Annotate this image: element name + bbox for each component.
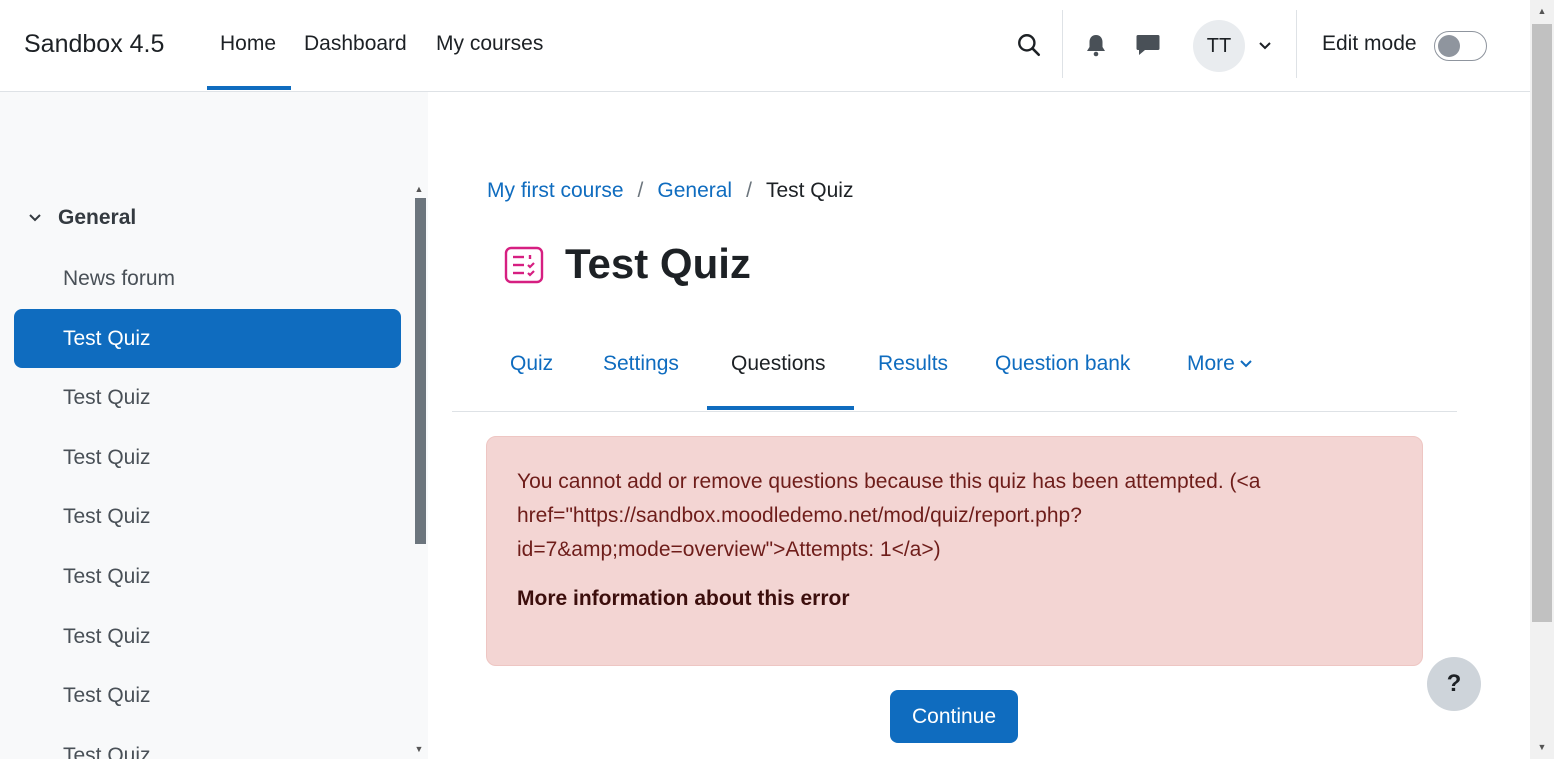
scroll-up-arrow-icon[interactable]: ▲ <box>414 184 424 194</box>
nav-divider <box>1296 10 1297 78</box>
breadcrumb-current: Test Quiz <box>765 179 854 202</box>
help-button[interactable]: ? <box>1427 657 1481 711</box>
nav-my-courses-link[interactable]: My courses <box>436 32 543 56</box>
chevron-down-icon[interactable] <box>1255 36 1275 56</box>
tab-settings[interactable]: Settings <box>603 352 679 376</box>
nav-active-indicator <box>207 86 291 90</box>
drawer-item-label: Test Quiz <box>63 504 151 528</box>
error-alert: You cannot add or remove questions becau… <box>486 436 1423 666</box>
drawer-scrollbar[interactable] <box>413 184 426 744</box>
bell-icon[interactable] <box>1082 30 1110 60</box>
drawer-item-label: Test Quiz <box>63 683 151 707</box>
quiz-icon <box>504 246 544 284</box>
tab-quiz[interactable]: Quiz <box>510 352 553 376</box>
breadcrumb-section-link[interactable]: General <box>657 179 732 203</box>
tab-more[interactable]: More <box>1187 352 1253 376</box>
drawer-item-label: Test Quiz <box>63 385 151 409</box>
toggle-knob <box>1438 35 1460 57</box>
edit-mode-label: Edit mode <box>1322 32 1417 55</box>
nav-divider <box>1062 10 1063 78</box>
section-title: General <box>58 206 137 229</box>
tab-question-bank[interactable]: Question bank <box>995 352 1130 376</box>
drawer-item-label: Test Quiz <box>63 326 151 350</box>
drawer-item-test-quiz[interactable]: Test Quiz <box>14 487 401 546</box>
chevron-down-icon <box>1240 360 1252 368</box>
page-scrollbar-thumb[interactable] <box>1532 24 1552 622</box>
tab-results[interactable]: Results <box>878 352 948 376</box>
secondary-navigation-tabs: Quiz Settings Questions Results Question… <box>452 330 1457 412</box>
scroll-down-arrow-icon[interactable]: ▼ <box>1537 742 1547 752</box>
drawer-item-news-forum[interactable]: News forum <box>14 249 401 308</box>
tab-more-label: More <box>1187 352 1235 375</box>
page-scrollbar[interactable]: ▲ ▼ <box>1530 0 1554 759</box>
chevron-down-icon[interactable] <box>26 209 44 227</box>
scroll-up-arrow-icon[interactable]: ▲ <box>1537 6 1547 16</box>
drawer-item-label: Test Quiz <box>63 564 151 588</box>
error-message: You cannot add or remove questions becau… <box>517 470 1261 561</box>
drawer-item-test-quiz[interactable]: Test Quiz <box>14 368 401 427</box>
course-index-drawer: General News forum Test Quiz Test Quiz T… <box>0 92 428 759</box>
nav-home-link[interactable]: Home <box>220 32 276 56</box>
drawer-item-label: Test Quiz <box>63 445 151 469</box>
breadcrumb-separator: / <box>746 179 752 202</box>
user-avatar[interactable]: TT <box>1193 20 1245 72</box>
drawer-item-test-quiz[interactable]: Test Quiz <box>14 666 401 725</box>
drawer-item-test-quiz[interactable]: Test Quiz <box>14 726 401 759</box>
continue-button[interactable]: Continue <box>890 690 1018 743</box>
drawer-item-label: News forum <box>63 266 176 290</box>
nav-dashboard-link[interactable]: Dashboard <box>304 32 407 56</box>
chat-icon[interactable] <box>1134 30 1162 60</box>
drawer-item-test-quiz[interactable]: Test Quiz <box>14 547 401 606</box>
breadcrumb-course-link[interactable]: My first course <box>487 179 624 203</box>
tab-questions[interactable]: Questions <box>731 352 826 376</box>
search-icon[interactable] <box>1015 30 1043 60</box>
site-brand[interactable]: Sandbox 4.5 <box>24 30 164 59</box>
scroll-down-arrow-icon[interactable]: ▼ <box>414 744 424 754</box>
top-navbar: Sandbox 4.5 Home Dashboard My courses TT… <box>0 0 1530 92</box>
breadcrumb-separator: / <box>637 179 644 202</box>
more-info-link[interactable]: More information about this error <box>517 587 1392 611</box>
drawer-item-test-quiz[interactable]: Test Quiz <box>14 428 401 487</box>
edit-mode-toggle[interactable] <box>1434 31 1487 61</box>
drawer-item-label: Test Quiz <box>63 743 151 759</box>
section-general-header[interactable]: General <box>26 206 136 230</box>
page-title: Test Quiz <box>565 240 751 287</box>
drawer-scrollbar-thumb[interactable] <box>415 198 426 544</box>
drawer-item-test-quiz-active[interactable]: Test Quiz <box>14 309 401 368</box>
drawer-item-test-quiz[interactable]: Test Quiz <box>14 607 401 666</box>
drawer-item-label: Test Quiz <box>63 624 151 648</box>
tab-active-indicator <box>707 406 854 410</box>
avatar-initials: TT <box>1206 34 1232 57</box>
breadcrumb: My first course / General / Test Quiz <box>487 179 853 203</box>
